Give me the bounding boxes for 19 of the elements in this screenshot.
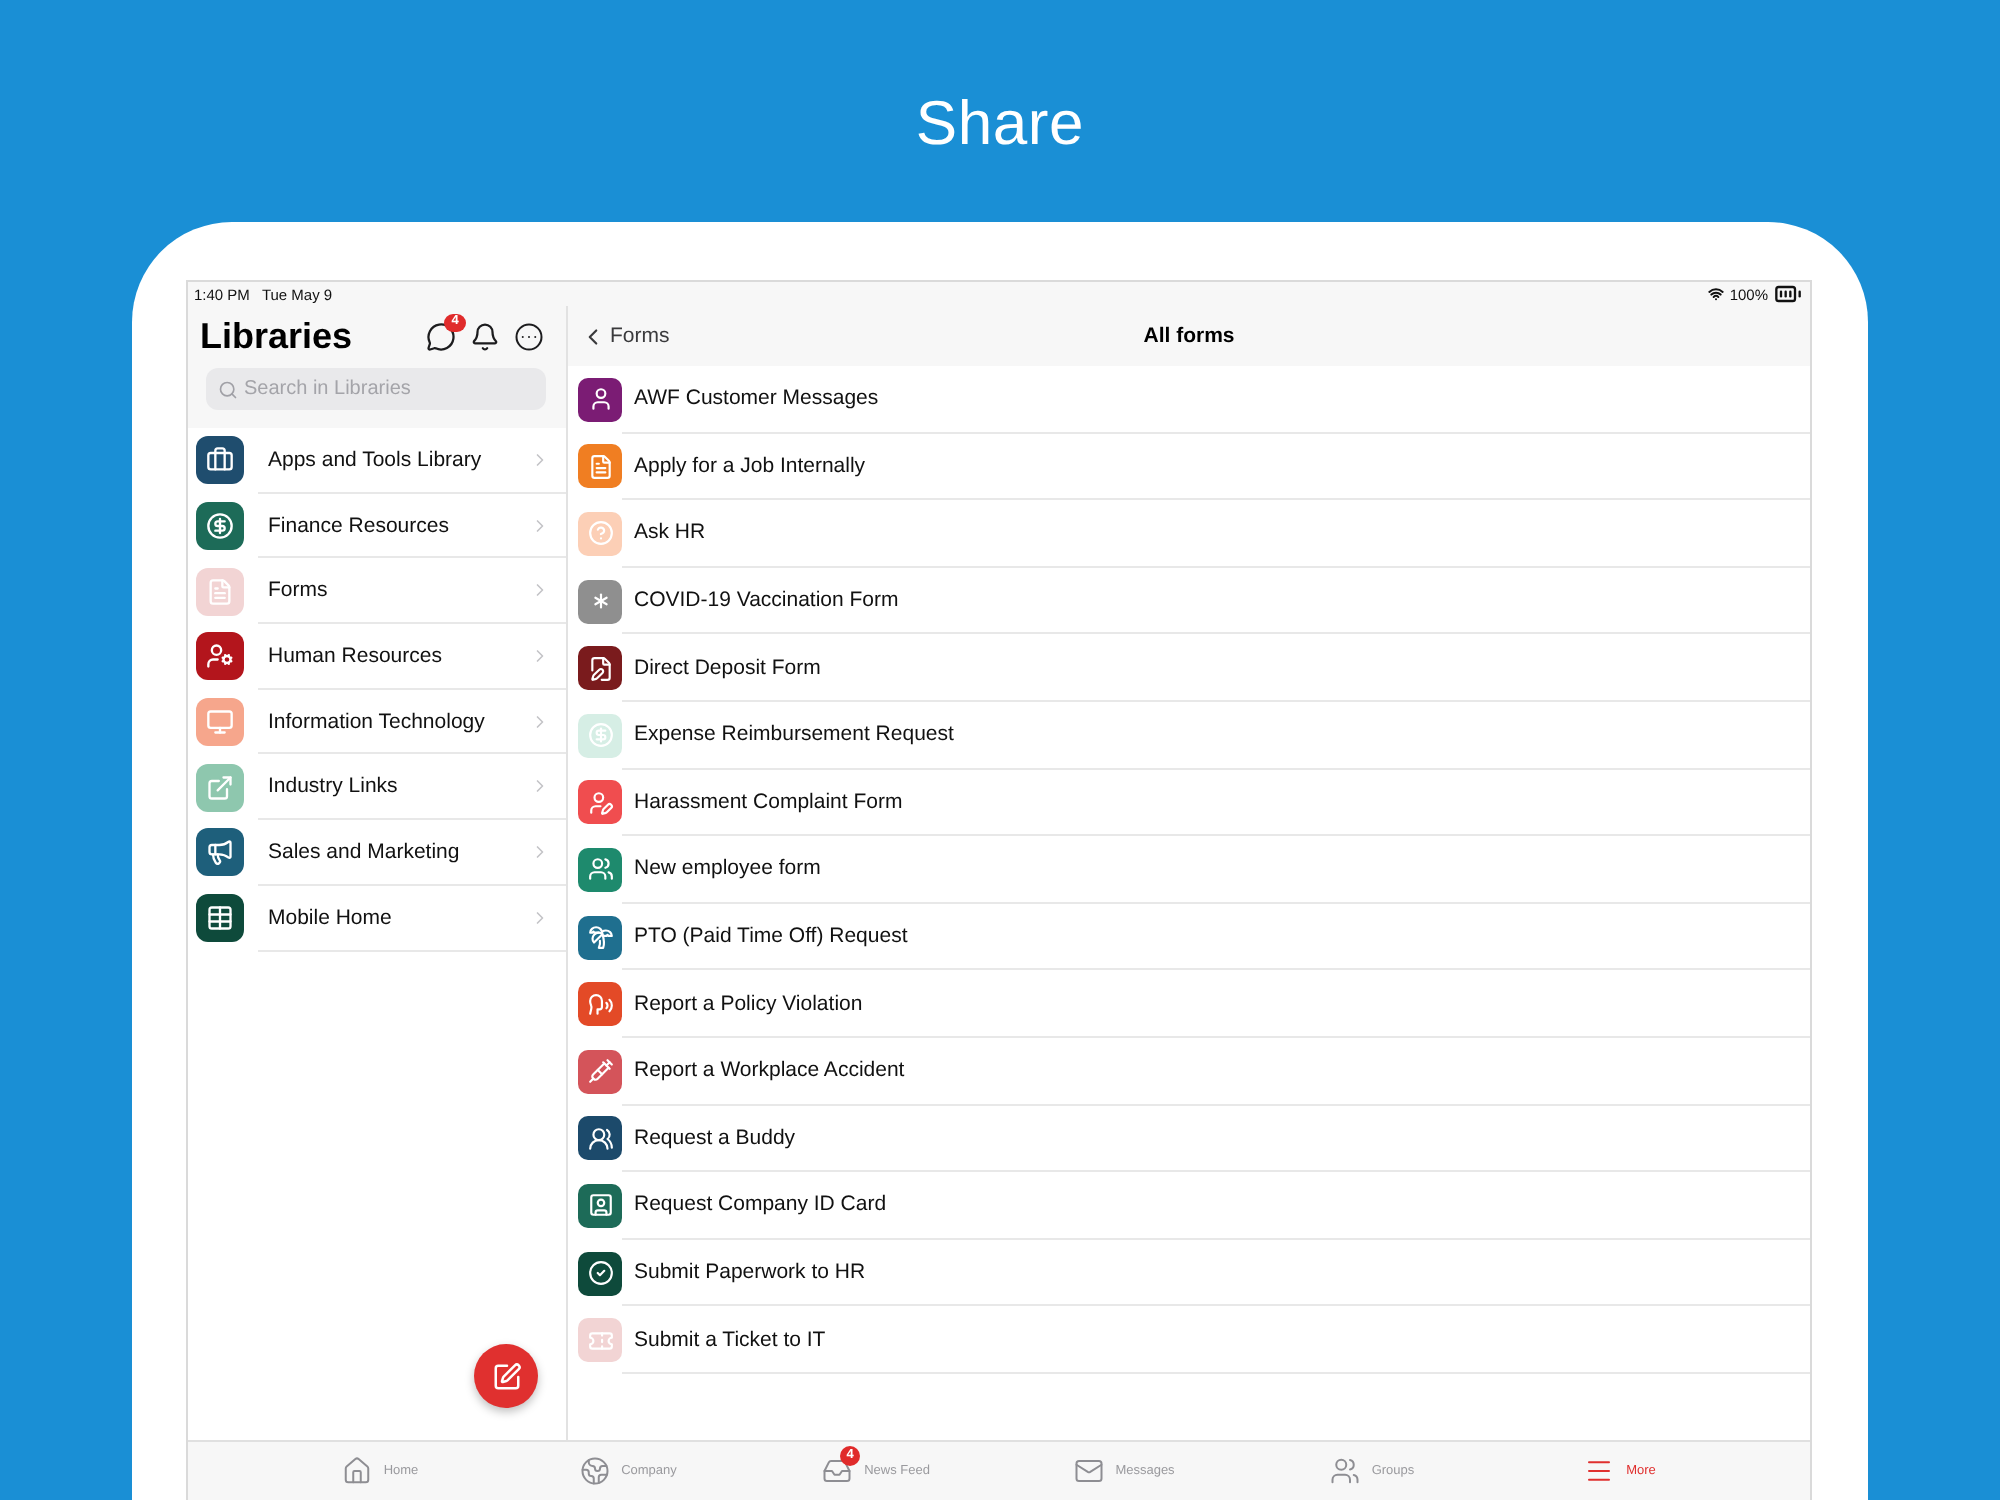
chat-button[interactable] xyxy=(426,321,456,351)
search-field[interactable]: Search in Libraries xyxy=(206,368,546,410)
pane-title: All forms xyxy=(1143,324,1235,348)
pencil-square-icon xyxy=(491,1361,521,1391)
people-icon xyxy=(1329,1456,1360,1486)
sidebar-title: Libraries xyxy=(200,315,355,357)
envelope-icon xyxy=(1073,1456,1104,1486)
more-button[interactable] xyxy=(514,321,544,351)
compose-button[interactable] xyxy=(474,1344,538,1408)
menu-icon xyxy=(1584,1456,1615,1486)
page-title: Share xyxy=(915,87,1085,159)
wifi-icon xyxy=(1707,286,1724,302)
search-icon xyxy=(218,379,238,399)
bell-button[interactable] xyxy=(470,321,500,351)
globe-icon xyxy=(579,1456,610,1486)
inbox-icon xyxy=(822,1456,853,1486)
battery-icon xyxy=(1774,282,1802,308)
home-icon xyxy=(341,1456,372,1486)
back-button[interactable]: Forms xyxy=(580,323,670,349)
